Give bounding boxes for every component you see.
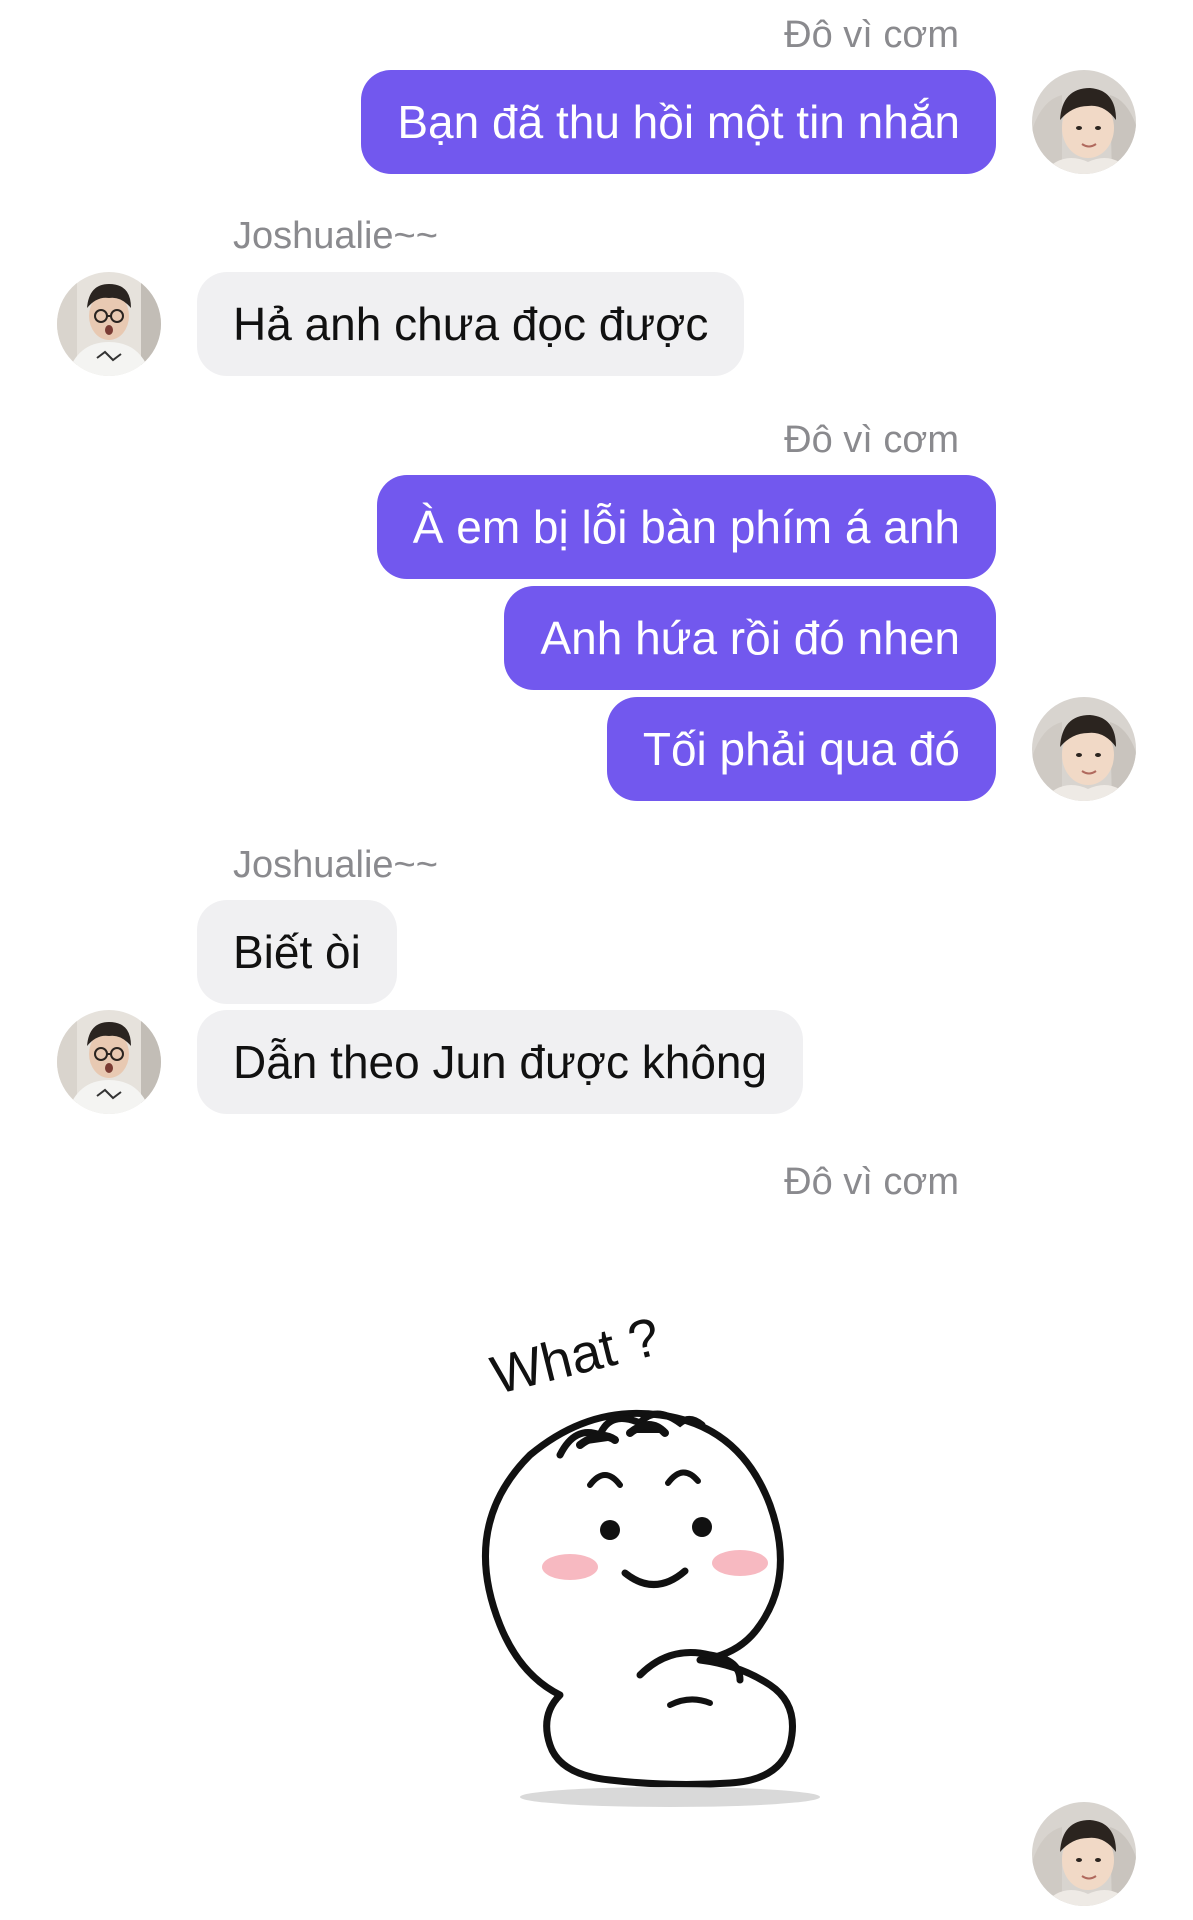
avatar-me[interactable] xyxy=(1032,697,1136,801)
message-bubble-outgoing[interactable]: À em bị lỗi bàn phím á anh xyxy=(376,475,996,579)
message-bubble-incoming[interactable]: Hả anh chưa đọc được xyxy=(197,272,745,376)
avatar-other[interactable] xyxy=(57,1010,161,1114)
message-bubble-outgoing[interactable]: Bạn đã thu hồi một tin nhắn xyxy=(361,70,996,174)
avatar-me[interactable] xyxy=(1032,70,1136,174)
avatar-other[interactable] xyxy=(57,272,161,376)
sticker-image[interactable] xyxy=(440,1305,840,1825)
message-bubble-outgoing[interactable]: Anh hứa rồi đó nhen xyxy=(504,586,996,690)
avatar-me[interactable] xyxy=(1032,1802,1136,1906)
sender-name-other: Joshualie~~ xyxy=(233,844,438,886)
message-bubble-incoming[interactable]: Dẫn theo Jun được không xyxy=(197,1010,804,1114)
message-bubble-outgoing[interactable]: Tối phải qua đó xyxy=(606,697,996,801)
message-bubble-incoming[interactable]: Biết òi xyxy=(197,900,397,1004)
sender-name-me: Đô vì cơm xyxy=(784,419,959,461)
sender-name-me: Đô vì cơm xyxy=(784,1161,959,1203)
sender-name-me: Đô vì cơm xyxy=(784,14,959,56)
sender-name-other: Joshualie~~ xyxy=(233,215,438,257)
